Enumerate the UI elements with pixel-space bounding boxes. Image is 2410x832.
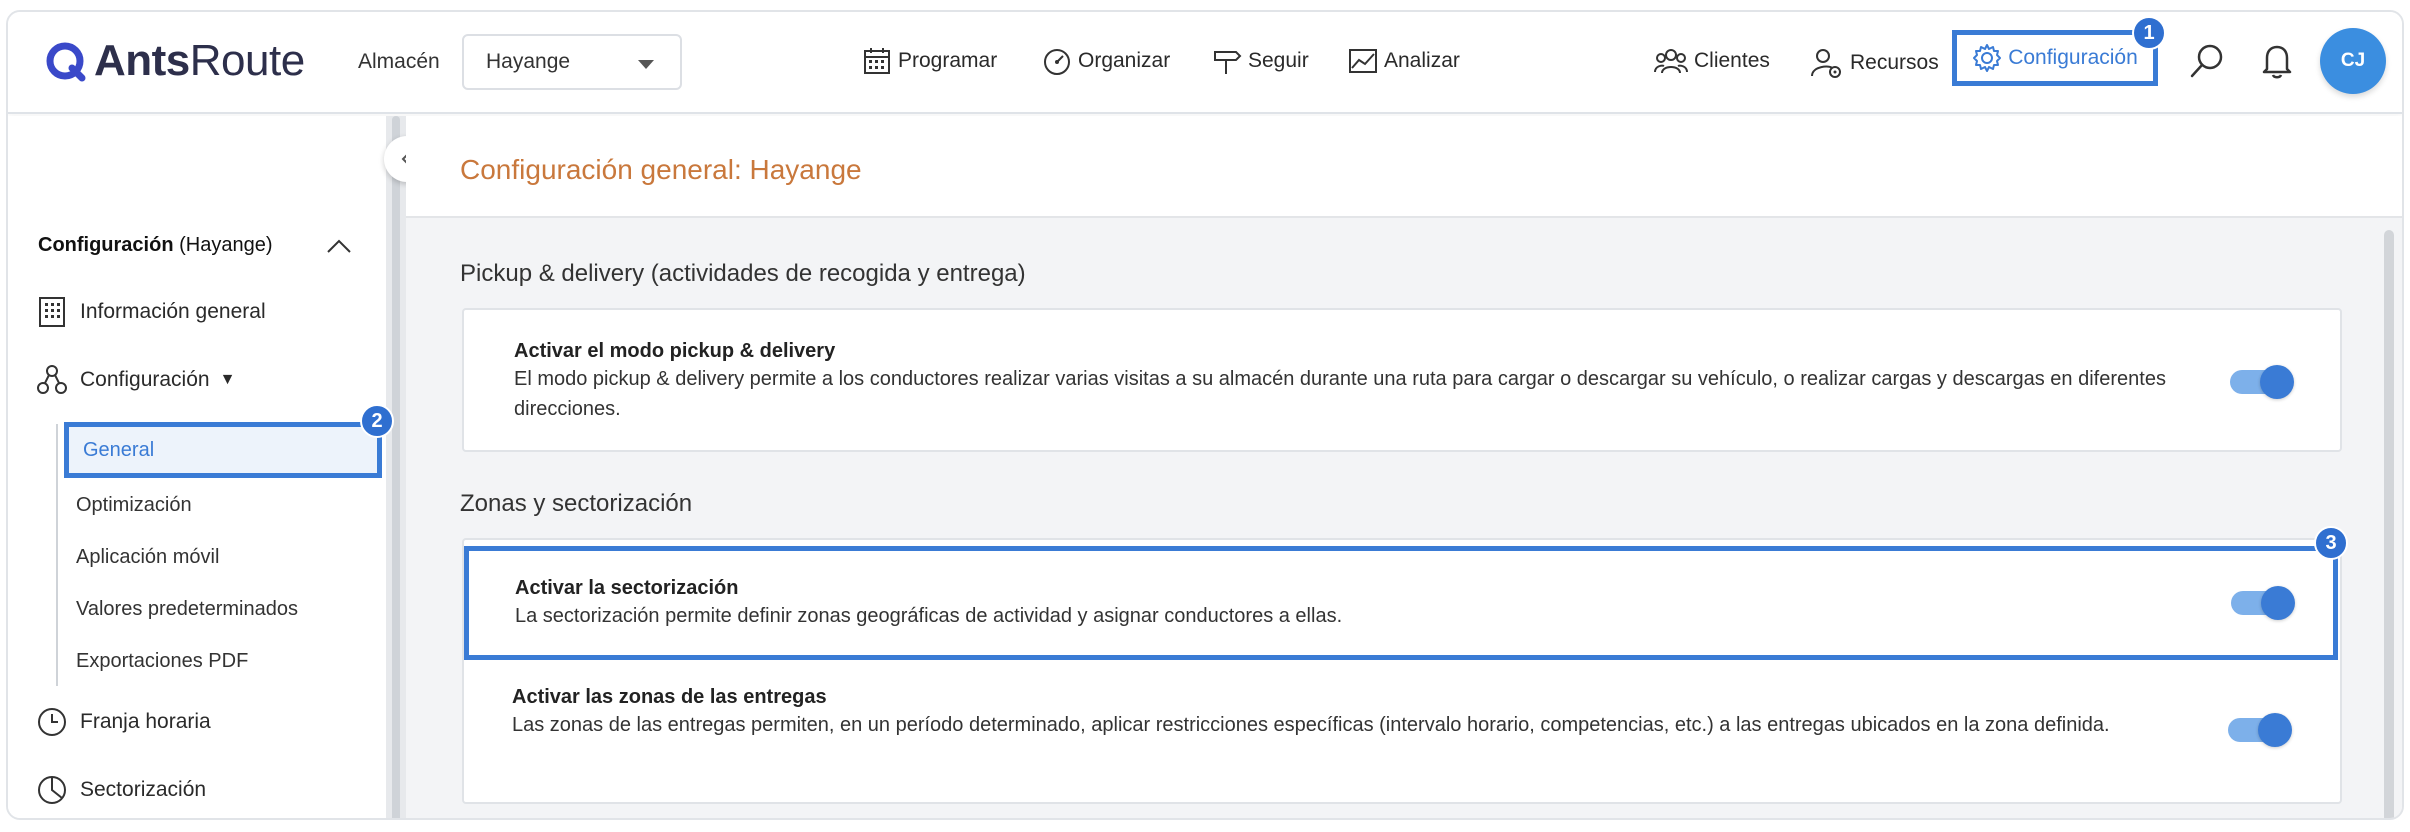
sidebar-item-info-label: Información general [80,300,266,323]
card-pickup-title: Activar el modo pickup & delivery [514,340,836,362]
toggle-knob [2258,713,2292,747]
step-badge-3: 3 [2314,526,2348,560]
nav-seguir[interactable]: Seguir [1212,46,1309,76]
nav-seguir-label: Seguir [1248,49,1309,72]
antsroute-logo[interactable]: AntsRoute [44,36,305,86]
nav-programar[interactable]: Programar [862,46,997,76]
nav-analizar-label: Analizar [1384,49,1460,72]
card-sectorizacion: Activar la sectorización La sectorizació… [464,546,2338,660]
store-select-value: Hayange [486,50,571,73]
nav-configuracion[interactable]: Configuración [1952,30,2158,86]
sidebar-item-sectorizacion-label: Sectorización [80,778,207,801]
submenu-line [56,424,58,686]
sidebar-item-sectorizacion[interactable]: Sectorización [36,774,206,806]
sidebar-title[interactable]: Configuración (Hayange) [38,234,272,257]
sidebar-item-config[interactable]: Configuración ▼ [36,364,235,396]
signpost-icon [1214,51,1242,74]
top-header: AntsRoute Almacén Hayange Programar Orga… [8,12,2402,114]
card-zonas-entregas-title: Activar las zonas de las entregas [512,686,827,708]
sidebar-sub-exportaciones[interactable]: Exportaciones PDF [76,650,248,673]
app-window: AntsRoute Almacén Hayange Programar Orga… [6,10,2404,820]
card-sectorizacion-title: Activar la sectorización [515,577,739,599]
user-avatar[interactable]: CJ [2320,28,2386,94]
step-badge-1: 1 [2132,16,2166,50]
main-scrollbar[interactable] [2384,230,2394,818]
nav-programar-label: Programar [898,49,998,72]
users-icon [1654,49,1688,74]
page-title: Configuración general: Hayange [460,154,862,185]
step-badge-2: 2 [360,404,394,438]
card-sectorizacion-description: La sectorización permite definir zonas g… [515,605,1343,627]
sidebar-sub-optimizacion[interactable]: Optimización [76,494,192,517]
nav-recursos[interactable]: Recursos [1810,46,1939,80]
nav-clientes-label: Clientes [1694,49,1770,72]
user-gear-icon [1811,49,1841,78]
nav-analizar[interactable]: Analizar [1348,46,1460,76]
toggle-knob [2261,586,2295,620]
clock-icon [38,708,66,736]
nav-recursos-label: Recursos [1850,51,1939,74]
sidebar-sub-valores[interactable]: Valores predeterminados [76,598,298,621]
nav-organizar-label: Organizar [1078,49,1171,72]
chart-icon [1349,49,1377,73]
pickup-delivery-toggle[interactable] [2230,365,2294,399]
sidebar-sub-general[interactable]: General [64,422,382,478]
card-pickup-description: El modo pickup & delivery permite a los … [514,368,2166,420]
section-title-zonas: Zonas y sectorización [460,490,693,517]
chevron-down-icon [638,60,654,69]
store-label: Almacén [358,50,440,73]
nav-configuracion-label: Configuración [2008,46,2138,69]
toggle-knob [2260,365,2294,399]
sidebar-item-franja-label: Franja horaria [80,710,211,733]
search-icon[interactable] [2188,42,2226,85]
bell-icon[interactable] [2260,42,2294,85]
sidebar-scrollbar[interactable] [392,116,400,818]
nav-clientes[interactable]: Clientes [1654,46,1770,76]
chevron-up-icon[interactable] [326,238,352,259]
card-pickup-delivery: Activar el modo pickup & delivery El mod… [462,308,2342,452]
sidebar-sub-app-movil[interactable]: Aplicación móvil [76,546,219,569]
section-title-pickup: Pickup & delivery (actividades de recogi… [460,260,1026,287]
gauge-icon [1044,49,1070,75]
pie-icon [38,776,66,804]
logo-mark-icon [44,40,86,82]
sidebar-item-info[interactable]: Información general [36,296,266,328]
nav-organizar[interactable]: Organizar [1042,46,1170,76]
building-icon [39,297,65,327]
calendar-icon [864,48,890,74]
zonas-entregas-toggle[interactable] [2228,713,2292,747]
nodes-icon [37,365,67,394]
caret-down-icon: ▼ [219,371,236,388]
gear-icon [1973,44,2002,72]
card-zonas-entregas-description: Las zonas de las entregas permiten, en u… [512,714,2110,736]
sidebar-item-franja[interactable]: Franja horaria [36,706,211,738]
sidebar-item-config-label: Configuración [80,368,210,391]
store-select[interactable]: Hayange [462,34,682,90]
sidebar-sub-general-label: General [83,438,155,461]
logo-text: AntsRoute [94,36,305,85]
sectorizacion-toggle[interactable] [2231,586,2295,620]
